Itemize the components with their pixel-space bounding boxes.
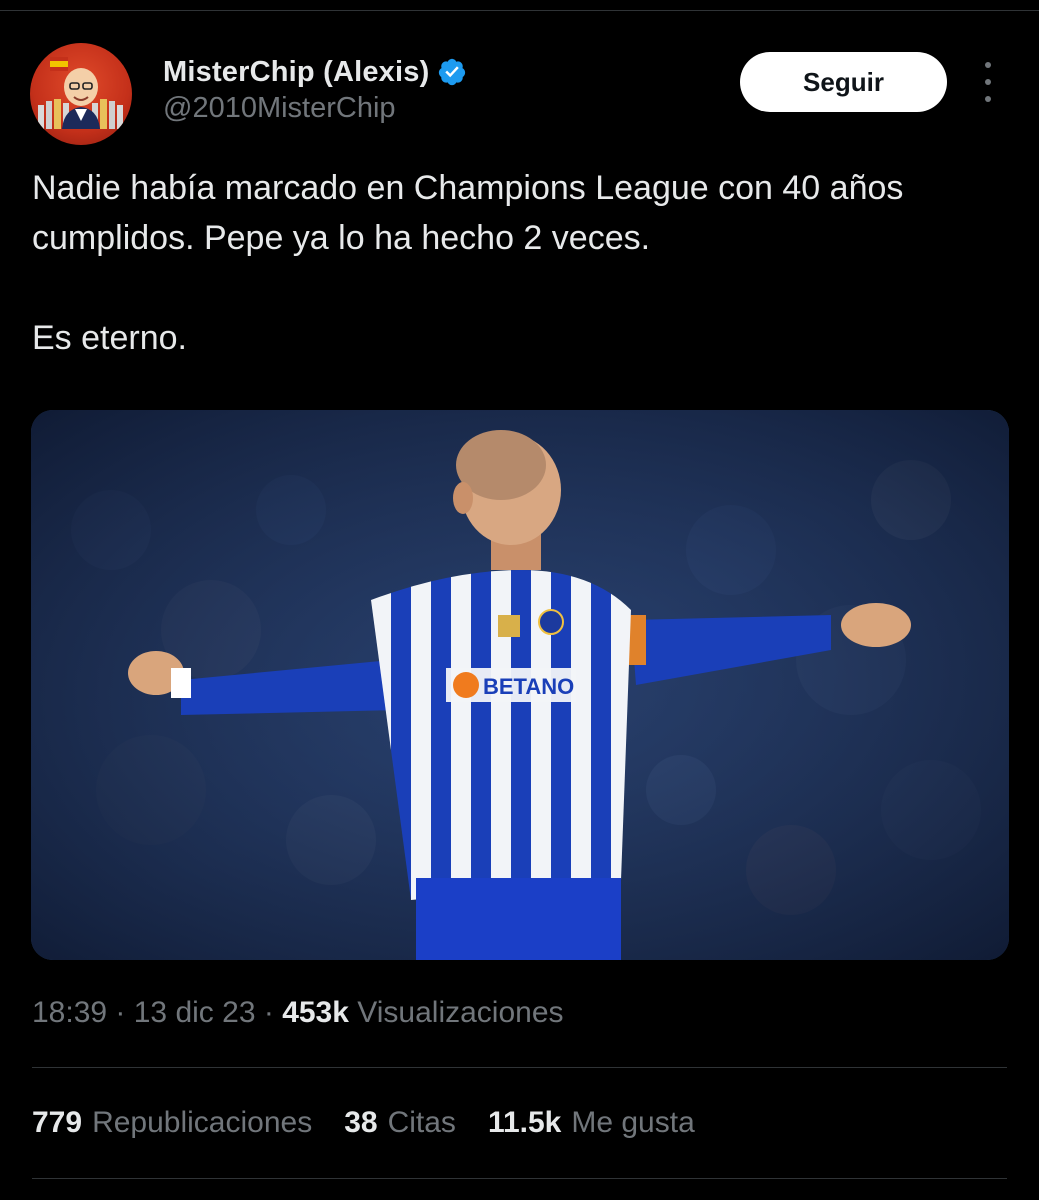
player-photo: BETANO	[31, 410, 1009, 960]
more-dots-icon[interactable]	[974, 62, 1002, 102]
likes-stat[interactable]: 11.5k Me gusta	[488, 1106, 695, 1140]
tweet-header: MisterChip (Alexis) @2010MisterChip Segu…	[30, 40, 1010, 150]
display-name-row: MisterChip (Alexis)	[163, 54, 467, 90]
display-name[interactable]: MisterChip (Alexis)	[163, 56, 429, 89]
follow-button[interactable]: Seguir	[740, 52, 947, 112]
quotes-label: Citas	[387, 1106, 456, 1139]
meta-separator: ·	[255, 996, 283, 1029]
tweet-text: Nadie había marcado en Champions League …	[32, 169, 904, 357]
reposts-label: Republicaciones	[92, 1106, 313, 1139]
meta-separator: ·	[107, 996, 134, 1029]
dot	[985, 96, 991, 102]
divider	[32, 1067, 1007, 1068]
handle[interactable]: @2010MisterChip	[163, 92, 467, 125]
quotes-count: 38	[344, 1106, 378, 1139]
dot	[985, 62, 991, 68]
author-block: MisterChip (Alexis) @2010MisterChip	[163, 54, 467, 125]
likes-count: 11.5k	[487, 1106, 562, 1139]
likes-label: Me gusta	[571, 1106, 695, 1139]
reposts-count: 779	[32, 1106, 83, 1139]
dot	[985, 79, 991, 85]
tweet-date[interactable]: 13 dic 23	[134, 996, 256, 1029]
sponsor-text: BETANO	[483, 674, 574, 699]
views-label: Visualizaciones	[348, 996, 564, 1029]
views-count: 453k	[282, 996, 349, 1029]
divider	[32, 1178, 1007, 1179]
reposts-stat[interactable]: 779 Republicaciones	[32, 1106, 312, 1140]
engagement-stats: 779 Republicaciones 38 Citas 11.5k Me gu…	[32, 1106, 695, 1140]
top-divider	[0, 10, 1039, 11]
tweet-meta: 18:39 · 13 dic 23 · 453k Visualizaciones	[32, 996, 564, 1030]
tweet-time[interactable]: 18:39	[32, 996, 107, 1029]
verified-badge-icon	[439, 58, 466, 86]
quotes-stat[interactable]: 38 Citas	[344, 1106, 456, 1140]
avatar[interactable]	[30, 43, 132, 145]
tweet-photo[interactable]: BETANO	[31, 410, 1009, 960]
avatar-image	[38, 57, 123, 129]
